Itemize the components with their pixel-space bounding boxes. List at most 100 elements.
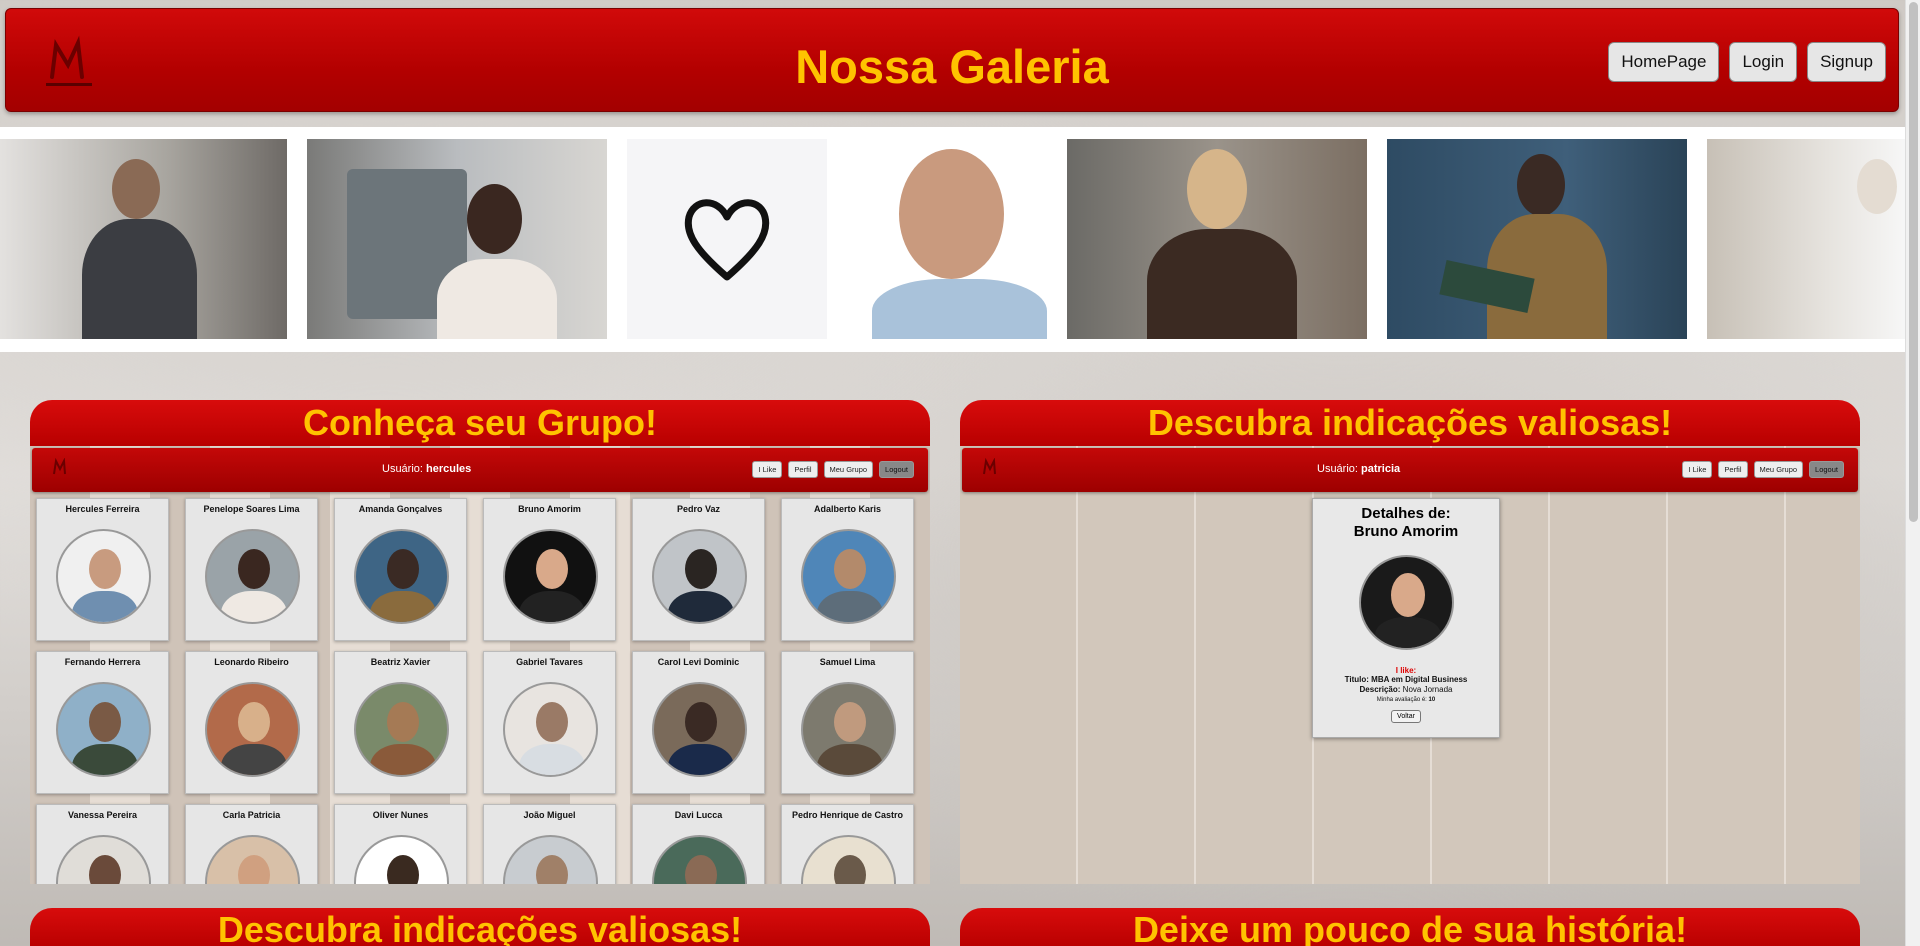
logout-button[interactable]: Logout [879,461,914,478]
recommend-embed: Usuário: patricia I Like Perfil Meu Grup… [960,446,1860,884]
carousel-photo [1707,139,1905,339]
member-name: Amanda Gonçalves [358,504,443,514]
embed-header: Usuário: patricia I Like Perfil Meu Grup… [962,448,1858,492]
brand-logo[interactable] [982,458,998,480]
title-line: Titulo: MBA em Digital Business [1344,675,1468,684]
homepage-button[interactable]: HomePage [1608,42,1720,82]
member-card[interactable]: Fernando Herrera [36,651,169,794]
avatar[interactable] [801,529,896,624]
signup-button[interactable]: Signup [1807,42,1886,82]
member-card[interactable]: Samuel Lima [781,651,914,794]
members-grid: Hercules Ferreira Penelope Soares Lima Ama… [36,498,914,884]
details-heading: Detalhes de: Bruno Amorim [1353,505,1459,540]
brand-logo[interactable] [52,458,68,480]
avatar[interactable] [354,529,449,624]
member-card[interactable]: Pedro Henrique de Castro [781,804,914,884]
login-button[interactable]: Login [1729,42,1798,82]
recommend-panel: Descubra indicações valiosas! Usuário: p… [960,400,1860,884]
back-button[interactable]: Voltar [1391,710,1421,723]
avatar[interactable] [652,835,747,884]
embed-nav: I Like Perfil Meu Grupo Logout [1682,461,1844,478]
like-label: I like: [1395,666,1417,675]
avatar[interactable] [801,682,896,777]
recommend-panel-title: Descubra indicações valiosas! [960,400,1860,446]
meu-grupo-button[interactable]: Meu Grupo [823,461,874,478]
avatar[interactable] [56,835,151,884]
site-header: Nossa Galeria HomePage Login Signup [5,8,1899,112]
member-name: João Miguel [523,810,576,820]
carousel-photo [627,139,827,339]
carousel-photo [847,139,1047,339]
group-panel-title: Conheça seu Grupo! [30,400,930,446]
avatar[interactable] [652,682,747,777]
member-card[interactable]: Vanessa Pereira [36,804,169,884]
member-name: Hercules Ferreira [65,504,140,514]
meu-grupo-button[interactable]: Meu Grupo [1753,461,1804,478]
member-card[interactable]: Adalberto Karis [781,498,914,641]
member-name: Davi Lucca [674,810,723,820]
member-card[interactable]: Oliver Nunes [334,804,467,884]
top-nav: HomePage Login Signup [1608,42,1886,82]
avatar[interactable] [56,529,151,624]
current-user: Usuário: patricia [1317,463,1401,475]
carousel-photo [1387,139,1687,339]
heart-icon [684,199,770,281]
member-name: Oliver Nunes [372,810,429,820]
member-name: Vanessa Pereira [67,810,138,820]
avatar[interactable] [56,682,151,777]
member-card[interactable]: Amanda Gonçalves [334,498,467,641]
member-card[interactable]: Beatriz Xavier [334,651,467,794]
member-card[interactable]: Hercules Ferreira [36,498,169,641]
member-name: Beatriz Xavier [370,657,431,667]
carousel-photo [1067,139,1367,339]
member-name: Fernando Herrera [64,657,141,667]
perfil-button[interactable]: Perfil [1718,461,1748,478]
member-name: Carol Levi Dominic [657,657,740,667]
member-card[interactable]: Pedro Vaz [632,498,765,641]
current-user: Usuário: hercules [382,463,472,475]
member-card[interactable]: Gabriel Tavares [483,651,616,794]
ilike-button[interactable]: I Like [752,461,783,478]
details-card: Detalhes de: Bruno Amorim I like: Titulo… [1312,498,1500,738]
member-card[interactable]: Leonardo Ribeiro [185,651,318,794]
avatar[interactable] [354,835,449,884]
member-name: Pedro Henrique de Castro [791,810,904,820]
photo-carousel[interactable] [0,127,1905,352]
embed-nav: I Like Perfil Meu Grupo Logout [752,461,914,478]
member-name: Penelope Soares Lima [203,504,300,514]
member-name: Samuel Lima [819,657,876,667]
member-card[interactable]: João Miguel [483,804,616,884]
avatar[interactable] [503,682,598,777]
avatar[interactable] [354,682,449,777]
embed-header: Usuário: hercules I Like Perfil Meu Grup… [32,448,928,492]
member-card[interactable]: Penelope Soares Lima [185,498,318,641]
avatar[interactable] [652,529,747,624]
group-embed: Usuário: hercules I Like Perfil Meu Grup… [30,446,930,884]
bottom-right-title: Deixe um pouco de sua história! [960,908,1860,946]
avatar[interactable] [801,835,896,884]
member-card[interactable]: Carol Levi Dominic [632,651,765,794]
avatar[interactable] [205,682,300,777]
avatar[interactable] [503,835,598,884]
rating-line: Minha avaliação é: 10 [1376,697,1436,703]
ilike-button[interactable]: I Like [1682,461,1713,478]
logout-button[interactable]: Logout [1809,461,1844,478]
description-line: Descrição: Nova Jornada [1359,685,1453,694]
member-card[interactable]: Bruno Amorim [483,498,616,641]
member-card[interactable]: Carla Patricia [185,804,318,884]
bottom-left-title: Descubra indicações valiosas! [30,908,930,946]
avatar[interactable] [503,529,598,624]
avatar [1358,555,1454,650]
member-name: Carla Patricia [222,810,281,820]
member-name: Bruno Amorim [518,504,581,514]
scrollbar-thumb[interactable] [1909,2,1918,522]
perfil-button[interactable]: Perfil [788,461,818,478]
member-name: Gabriel Tavares [516,657,583,667]
member-card[interactable]: Davi Lucca [632,804,765,884]
member-name: Pedro Vaz [676,504,721,514]
member-name: Leonardo Ribeiro [214,657,289,667]
page-scrollbar[interactable] [1905,0,1920,946]
member-name: Adalberto Karis [813,504,882,514]
avatar[interactable] [205,529,300,624]
avatar[interactable] [205,835,300,884]
